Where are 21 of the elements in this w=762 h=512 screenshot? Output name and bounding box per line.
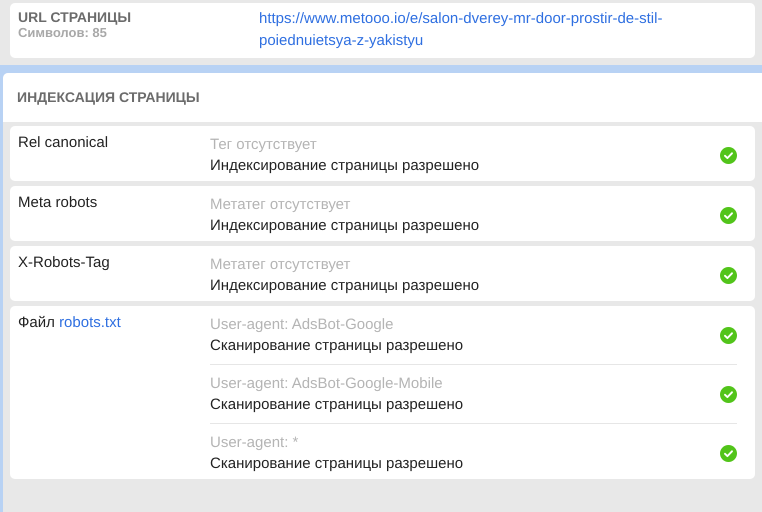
row-label: Meta robots — [18, 194, 98, 211]
check-result: Сканирование страницы разрешено — [210, 454, 464, 474]
character-count: Символов: 85 — [18, 25, 108, 40]
page-url-link[interactable]: https://www.metooo.io/e/salon-dverey-mr-door-prostir-de-stil-poiednuietsya-z-yakistyu — [259, 8, 729, 52]
row-label: Файл — [18, 314, 55, 331]
check-note: Метатег отсутствует — [210, 195, 352, 215]
check-result: Индексирование страницы разрешено — [210, 216, 480, 236]
check-note: Метатег отсутствует — [210, 255, 352, 275]
section-title: ИНДЕКСАЦИЯ СТРАНИЦЫ — [17, 89, 200, 105]
check-note: Тег отсутствует — [210, 135, 318, 155]
check-note: User-agent: AdsBot-Google-Mobile — [210, 374, 444, 394]
row-label: X-Robots-Tag — [18, 254, 110, 271]
check-note: User-agent: AdsBot-Google — [210, 315, 394, 335]
check-note: User-agent: * — [210, 433, 300, 453]
check-result: Индексирование страницы разрешено — [210, 276, 480, 296]
check-result: Сканирование страницы разрешено — [210, 336, 464, 356]
url-label: URL СТРАНИЦЫ — [18, 9, 132, 25]
robots-link[interactable]: robots.txt — [59, 314, 121, 331]
row-label: Rel canonical — [18, 134, 108, 151]
check-result: Сканирование страницы разрешено — [210, 395, 464, 415]
check-result: Индексирование страницы разрешено — [210, 156, 480, 176]
